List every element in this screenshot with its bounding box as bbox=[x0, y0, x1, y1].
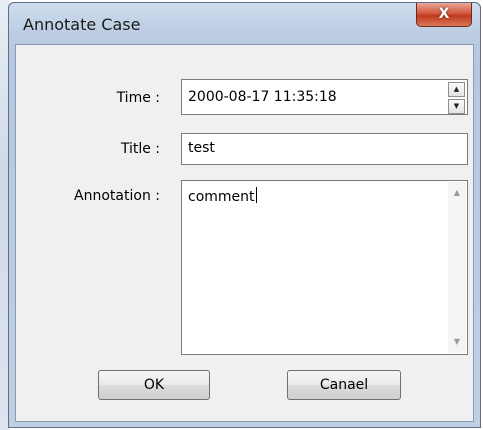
annotate-case-dialog: Annotate Case X Time : 2000-08-17 11:35:… bbox=[8, 2, 481, 428]
annotation-text: comment bbox=[188, 187, 257, 205]
time-spin-buttons: ▲ ▼ bbox=[448, 82, 465, 114]
ok-button[interactable]: OK bbox=[98, 370, 210, 400]
annotation-textarea[interactable]: comment ▲ ▼ bbox=[181, 180, 468, 355]
time-spinner[interactable]: 2000-08-17 11:35:18 ▲ ▼ bbox=[181, 79, 468, 115]
spin-up-icon[interactable]: ▲ bbox=[448, 82, 465, 97]
title-field[interactable]: test bbox=[181, 133, 468, 165]
text-caret bbox=[255, 187, 257, 203]
title-value: test bbox=[188, 140, 215, 156]
scroll-up-icon[interactable]: ▲ bbox=[448, 184, 466, 202]
scroll-down-icon[interactable]: ▼ bbox=[448, 333, 466, 351]
annotation-scrollbar[interactable]: ▲ ▼ bbox=[448, 182, 466, 353]
time-value: 2000-08-17 11:35:18 bbox=[188, 89, 337, 105]
title-label: Title : bbox=[120, 141, 160, 157]
annotation-label: Annotation : bbox=[74, 188, 160, 204]
dialog-title: Annotate Case bbox=[23, 15, 141, 34]
close-icon: X bbox=[438, 6, 450, 22]
time-label: Time : bbox=[116, 90, 160, 106]
spin-down-icon[interactable]: ▼ bbox=[448, 99, 465, 114]
cancel-button[interactable]: Canael bbox=[287, 370, 401, 400]
close-button[interactable]: X bbox=[416, 3, 472, 27]
dialog-body: Time : 2000-08-17 11:35:18 ▲ ▼ Title : t… bbox=[15, 44, 474, 422]
